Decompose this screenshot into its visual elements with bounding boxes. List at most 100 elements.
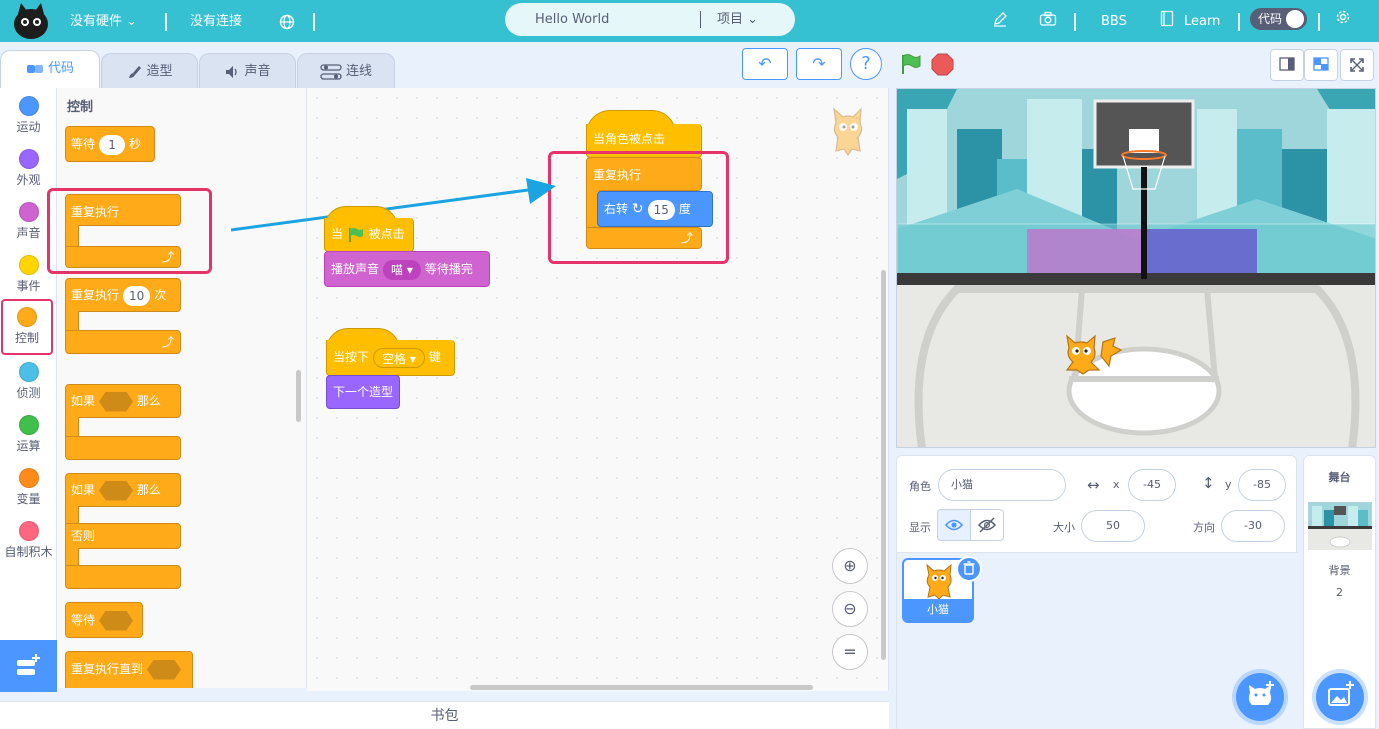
block-label: 被点击 xyxy=(368,227,405,241)
repeat-until-block[interactable]: 重复执行直到 xyxy=(65,651,193,688)
stage-canvas[interactable] xyxy=(896,88,1376,448)
tab-wiring[interactable]: 连线 xyxy=(297,53,395,89)
add-backdrop-button[interactable] xyxy=(1316,673,1364,721)
backdrop-thumbnail[interactable] xyxy=(1308,502,1372,550)
play-sound-until-done-block[interactable]: 播放声音喵 ▾ 等待播完 xyxy=(324,251,490,287)
condition-slot[interactable] xyxy=(99,391,134,412)
normal-stage-button[interactable] xyxy=(1304,49,1338,81)
project-name-input[interactable]: Hello World xyxy=(535,3,609,36)
hide-sprite-button[interactable] xyxy=(970,509,1004,541)
repeat-block[interactable]: 重复执行 10 次 xyxy=(65,278,181,312)
c-block-arm xyxy=(65,506,79,524)
c-block-arm xyxy=(65,548,79,566)
if-else-block[interactable]: 如果 那么 xyxy=(65,473,181,507)
book-icon xyxy=(1160,10,1174,27)
learn-link[interactable]: Learn xyxy=(1184,0,1220,42)
x-position-input[interactable]: -45 xyxy=(1128,469,1176,501)
green-flag-icon[interactable] xyxy=(899,52,923,76)
tab-label: 连线 xyxy=(345,64,372,79)
zoom-out-button[interactable]: ⊖ xyxy=(832,591,868,627)
connection-menu[interactable]: 没有连接 xyxy=(190,0,242,42)
fullscreen-button[interactable] xyxy=(1340,49,1374,81)
category-variables[interactable]: 变量 xyxy=(0,462,57,515)
delete-sprite-button[interactable] xyxy=(956,556,982,582)
zoom-reset-button[interactable]: = xyxy=(832,634,868,670)
category-dot xyxy=(18,255,39,275)
key-dropdown[interactable]: 空格 ▾ xyxy=(373,347,425,368)
block-label: 否则 xyxy=(71,529,96,543)
condition-slot[interactable] xyxy=(147,659,182,680)
zoom-out-icon: ⊖ xyxy=(843,599,857,618)
wait-seconds-block[interactable]: 等待 1 秒 xyxy=(65,126,155,162)
divider xyxy=(313,13,315,31)
project-menu-label: 项目 xyxy=(717,12,744,27)
wait-until-block[interactable]: 等待 xyxy=(65,602,143,638)
x-label: x xyxy=(1113,478,1120,491)
tab-code[interactable]: 代码 xyxy=(0,50,100,89)
bbs-link[interactable]: BBS xyxy=(1101,0,1127,42)
category-looks[interactable]: 外观 xyxy=(0,143,57,196)
repeat-count-input[interactable]: 10 xyxy=(123,285,151,306)
add-sprite-button[interactable] xyxy=(1236,673,1284,721)
vertical-arrows-icon: ↕ xyxy=(1202,474,1215,492)
palette-scrollbar[interactable] xyxy=(296,370,301,422)
backpack-bar[interactable]: 书包 xyxy=(0,701,889,729)
if-then-block[interactable]: 如果 那么 xyxy=(65,384,181,418)
divider xyxy=(165,13,167,31)
condition-slot[interactable] xyxy=(99,610,134,631)
add-sprite-icon xyxy=(1248,681,1274,705)
block-label: 重复执行直到 xyxy=(71,662,144,676)
chevron-down-icon: ⌄ xyxy=(747,12,759,27)
edit-icon[interactable] xyxy=(992,11,1008,27)
sprite-name-input[interactable]: 小猫 xyxy=(938,469,1066,501)
tab-costumes[interactable]: 造型 xyxy=(101,53,198,89)
zoom-in-button[interactable]: ⊕ xyxy=(832,548,868,584)
when-flag-clicked-block[interactable]: 当 被点击 xyxy=(324,218,414,252)
menu-bar: 没有硬件 ⌄ 没有连接 Hello World 项目 ⌄ BBS Learn 代… xyxy=(0,0,1379,42)
size-input[interactable]: 50 xyxy=(1081,510,1145,542)
gear-icon[interactable] xyxy=(1335,9,1351,25)
backdrop-label: 背景 xyxy=(1328,564,1351,577)
cat-sprite-icon xyxy=(926,563,952,600)
category-my-blocks[interactable]: 自制积木 xyxy=(0,515,57,568)
when-key-pressed-block[interactable]: 当按下 空格 ▾ 键 xyxy=(326,340,455,376)
small-stage-button[interactable] xyxy=(1270,49,1304,81)
size-label: 大小 xyxy=(1053,521,1075,534)
tab-sounds[interactable]: 声音 xyxy=(199,53,296,89)
category-label: 侦测 xyxy=(16,386,41,400)
category-control[interactable]: 控制 xyxy=(1,299,53,355)
wait-value-input[interactable]: 1 xyxy=(99,134,126,155)
block-label: 如果 xyxy=(71,483,96,497)
show-sprite-button[interactable] xyxy=(937,509,971,541)
category-sensing[interactable]: 侦测 xyxy=(0,356,57,409)
category-motion[interactable]: 运动 xyxy=(0,90,57,143)
help-button[interactable]: ? xyxy=(850,48,882,80)
code-mode-toggle[interactable]: 代码 xyxy=(1250,8,1307,30)
project-menu[interactable]: 项目 ⌄ xyxy=(717,3,758,36)
question-icon: ? xyxy=(861,53,871,74)
logo-icon[interactable] xyxy=(12,2,50,40)
block-label: 下一个造型 xyxy=(333,385,394,399)
divider xyxy=(1238,13,1240,31)
add-extension-button[interactable] xyxy=(0,640,57,692)
redo-icon: ↷ xyxy=(812,54,826,73)
y-position-input[interactable]: -85 xyxy=(1238,469,1286,501)
category-label: 运动 xyxy=(16,120,41,134)
stop-icon[interactable] xyxy=(931,53,954,76)
workspace-horizontal-scrollbar[interactable] xyxy=(470,685,813,690)
workspace-vertical-scrollbar[interactable] xyxy=(881,270,886,660)
category-menu: 运动 外观 声音 事件 控制 侦测 运算 变量 自制积木 xyxy=(0,88,57,688)
condition-slot[interactable] xyxy=(99,480,134,501)
hardware-menu[interactable]: 没有硬件 ⌄ xyxy=(70,0,137,42)
category-operators[interactable]: 运算 xyxy=(0,409,57,462)
block-label: 如果 xyxy=(71,394,96,408)
undo-button[interactable]: ↶ xyxy=(742,48,788,80)
wiring-icon xyxy=(320,63,342,80)
redo-button[interactable]: ↷ xyxy=(796,48,842,80)
speaker-icon xyxy=(226,65,238,78)
globe-icon[interactable] xyxy=(279,14,295,30)
camera-icon[interactable] xyxy=(1039,11,1057,27)
next-costume-block[interactable]: 下一个造型 xyxy=(326,375,400,409)
sound-dropdown[interactable]: 喵 ▾ xyxy=(383,259,421,280)
direction-input[interactable]: -30 xyxy=(1221,510,1285,542)
